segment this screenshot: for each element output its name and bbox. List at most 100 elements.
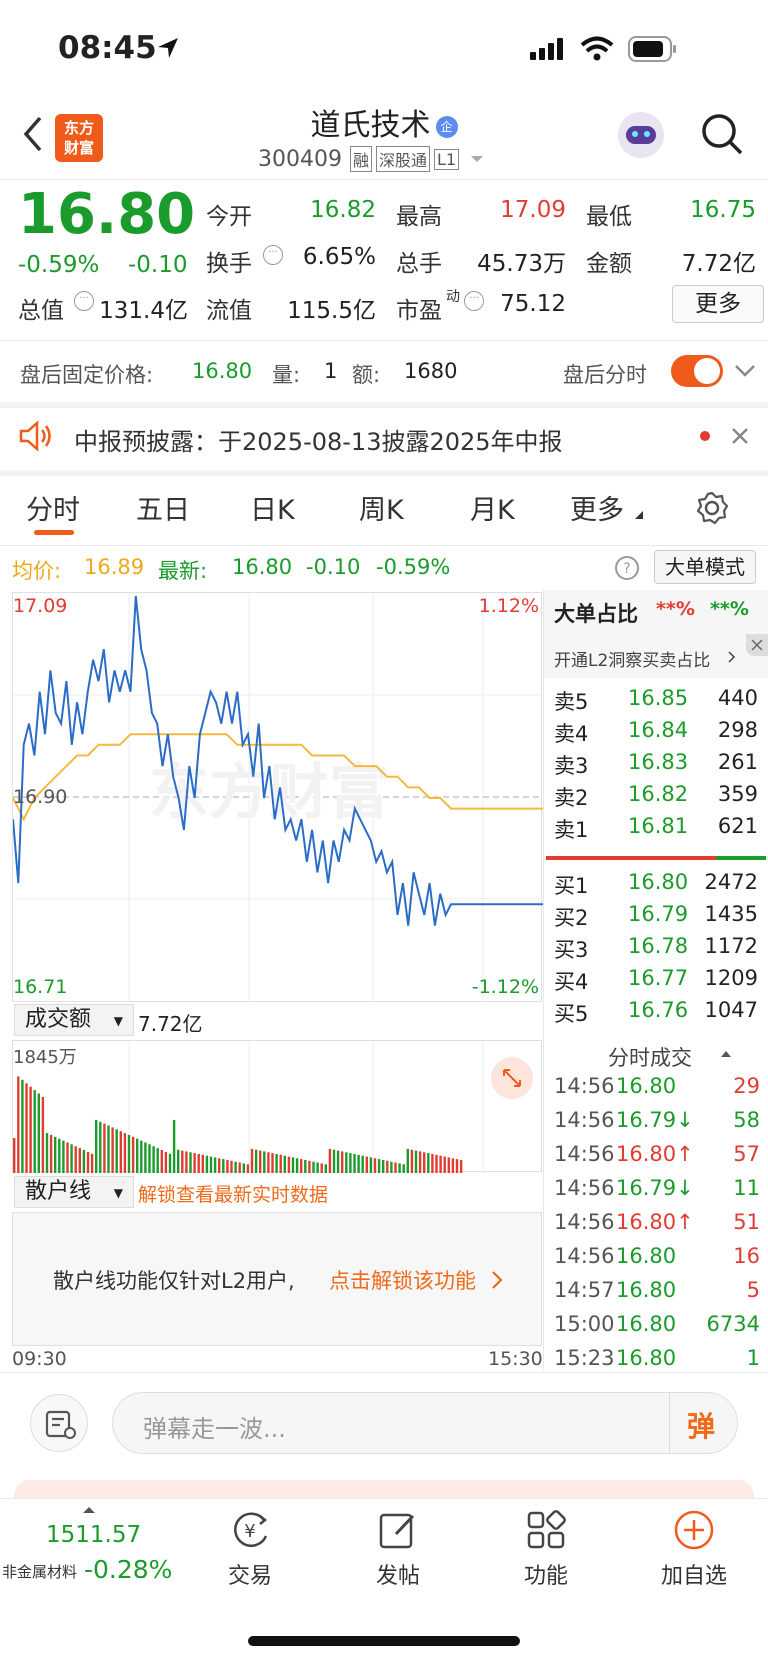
- amount-bar: [242, 1163, 245, 1173]
- tick-time: 15:23: [554, 1346, 615, 1370]
- float-value: 115.5亿: [287, 298, 376, 324]
- tab-five-day[interactable]: 五日: [136, 488, 190, 527]
- turnover-label: 换手: [206, 251, 252, 277]
- amount-bar: [410, 1149, 414, 1173]
- amount-bar: [427, 1153, 430, 1173]
- chevron-down-icon[interactable]: [734, 364, 756, 378]
- amount-chart[interactable]: 1845万: [12, 1040, 542, 1173]
- settings-gear-icon[interactable]: [694, 490, 730, 526]
- y-ref-label: 16.90: [13, 786, 68, 808]
- amount-bar: [17, 1076, 20, 1173]
- caret-down-icon[interactable]: [469, 154, 485, 164]
- open-value: 16.82: [310, 197, 376, 223]
- amount-bar: [62, 1140, 65, 1173]
- ask-vol: 359: [717, 782, 758, 806]
- high-value: 17.09: [500, 197, 566, 223]
- after-hours-label: 盘后固定价格:: [20, 363, 154, 387]
- tab-more[interactable]: 更多: [570, 488, 624, 527]
- tab-monthly-k[interactable]: 月K: [470, 488, 515, 527]
- pe-value: 75.12: [500, 291, 566, 317]
- amount-bar: [398, 1163, 401, 1173]
- help-icon[interactable]: ?: [614, 555, 640, 581]
- tab-daily-k[interactable]: 日K: [250, 488, 295, 527]
- expand-icon[interactable]: [491, 1057, 533, 1099]
- latest-change: -0.10: [306, 555, 361, 579]
- amount-bar: [213, 1157, 217, 1173]
- danmaku-settings-icon[interactable]: [30, 1394, 88, 1452]
- l2-promo-banner[interactable]: 开通L2洞察买卖占比: [544, 634, 768, 678]
- after-hours-toggle[interactable]: [671, 355, 723, 387]
- info-dots-icon[interactable]: ···: [74, 291, 94, 311]
- amount-indicator-select[interactable]: 成交额 ▼: [14, 1004, 134, 1036]
- wifi-icon: [580, 36, 614, 61]
- signal-icon: [530, 38, 563, 60]
- tick-row: 14:56 16.79↓ 58: [552, 1108, 760, 1142]
- amount-bar: [193, 1153, 196, 1173]
- amount-label: 金额: [586, 251, 632, 277]
- robot-avatar-icon[interactable]: [618, 112, 664, 158]
- bid-price: 16.79: [628, 902, 689, 926]
- bid-price: 16.80: [628, 870, 689, 894]
- ask-vol: 440: [717, 686, 758, 710]
- ask-label: 卖5: [554, 690, 589, 714]
- search-icon[interactable]: [700, 112, 744, 156]
- tick-row: 15:23 16.80 1: [552, 1346, 760, 1380]
- sector-change: -0.28%: [84, 1555, 173, 1584]
- danmaku-send-icon[interactable]: 弹: [687, 1405, 715, 1445]
- amount-bar: [423, 1152, 426, 1173]
- big-order-mode-button[interactable]: 大单模式: [654, 550, 756, 584]
- stock-meta: 300409 融 深股通 L1: [258, 146, 485, 172]
- retail-indicator-select[interactable]: 散户线 ▼: [14, 1176, 134, 1208]
- volume-label: 总手: [396, 251, 442, 277]
- bid-price: 16.76: [628, 998, 689, 1022]
- amount-bar: [263, 1151, 266, 1173]
- amount-bar: [267, 1152, 270, 1173]
- amount-value: 7.72亿: [681, 251, 756, 277]
- low-value: 16.75: [690, 197, 756, 223]
- pct-max-label: 1.12%: [478, 595, 539, 617]
- ask-label: 卖1: [554, 818, 589, 842]
- stock-name: 道氏技术: [310, 108, 431, 143]
- more-button[interactable]: 更多: [672, 285, 764, 323]
- close-icon[interactable]: [730, 426, 750, 446]
- price-chart[interactable]: 东方财富 17.09 1.12% 16.90 16.71 -1.12%: [12, 592, 543, 1003]
- amount-bar: [21, 1079, 24, 1173]
- amount-bar: [259, 1150, 262, 1173]
- amount-bar: [25, 1083, 28, 1173]
- bid-vol: 1047: [704, 998, 758, 1022]
- mktcap-label: 总值: [18, 298, 64, 324]
- ask-vol: 621: [717, 814, 758, 838]
- big-order-ratio-bar: 大单占比 **% **%: [544, 590, 768, 634]
- tick-time: 14:57: [554, 1278, 615, 1302]
- amount-bar: [439, 1155, 442, 1173]
- amount-bar: [414, 1150, 418, 1173]
- tick-price: 16.80↑: [616, 1210, 694, 1234]
- tick-time: 14:56: [554, 1074, 615, 1098]
- amount-bar: [390, 1161, 393, 1173]
- x-end-label: 15:30: [488, 1348, 543, 1370]
- amount-bar: [291, 1157, 295, 1173]
- amount-bar: [406, 1148, 409, 1173]
- danmaku-input[interactable]: 弹幕走一波... 弹: [112, 1392, 738, 1454]
- pe-label: 市盈: [396, 298, 442, 324]
- nav-trade-label: 交易: [227, 1564, 272, 1589]
- amount-bar: [189, 1152, 192, 1173]
- amount-bar: [443, 1156, 446, 1173]
- tick-vol: 29: [733, 1074, 760, 1098]
- tab-intraday[interactable]: 分时: [26, 488, 80, 527]
- nav-bar: 东方 财富 道氏技术 企 300409 融 深股通 L1: [0, 92, 768, 180]
- tick-vol: 51: [733, 1210, 760, 1234]
- amount-bar: [336, 1150, 340, 1173]
- retail-unlock-button[interactable]: 点击解锁该功能: [329, 1265, 476, 1295]
- tick-price: 16.80: [616, 1346, 677, 1370]
- amount-bar: [369, 1157, 373, 1173]
- after-hours-vol-label: 量:: [272, 363, 301, 387]
- info-dots-icon[interactable]: ···: [464, 291, 484, 311]
- close-icon[interactable]: [746, 634, 768, 656]
- retail-unlock-link[interactable]: 解锁查看最新实时数据: [138, 1180, 328, 1207]
- amount-bar: [156, 1148, 159, 1173]
- tick-time: 14:56: [554, 1142, 615, 1166]
- amount-bar: [115, 1129, 118, 1173]
- tab-weekly-k[interactable]: 周K: [359, 488, 404, 527]
- amount-bar: [197, 1154, 200, 1173]
